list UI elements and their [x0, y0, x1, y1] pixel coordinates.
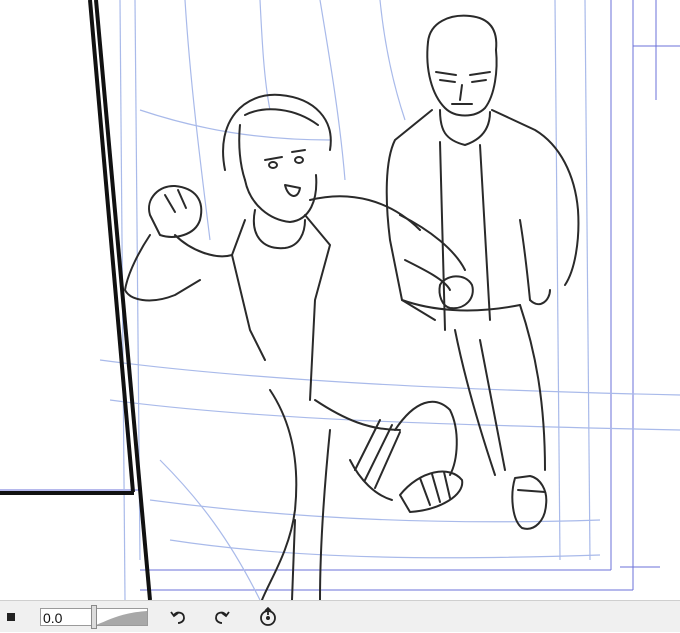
figure-standing	[385, 14, 580, 530]
stop-square	[7, 613, 15, 621]
redo-glyph	[215, 611, 230, 624]
rotation-value[interactable]: 0.0	[43, 610, 62, 626]
slider-handle[interactable]	[91, 605, 97, 629]
figure-running	[124, 93, 474, 600]
undo-glyph	[170, 611, 185, 624]
reset-rotation-icon[interactable]	[256, 601, 280, 633]
panel-frame	[0, 0, 152, 600]
stop-icon[interactable]	[4, 601, 18, 633]
sketch-artwork	[0, 0, 680, 600]
bottom-toolbar: 0.0	[0, 600, 680, 632]
rotation-slider[interactable]: 0.0	[40, 605, 148, 629]
undo-icon[interactable]	[166, 601, 190, 633]
redo-icon[interactable]	[210, 601, 234, 633]
rough-sketch	[99, 0, 680, 600]
drawing-canvas[interactable]	[0, 0, 680, 600]
reset-glyph	[260, 607, 276, 626]
